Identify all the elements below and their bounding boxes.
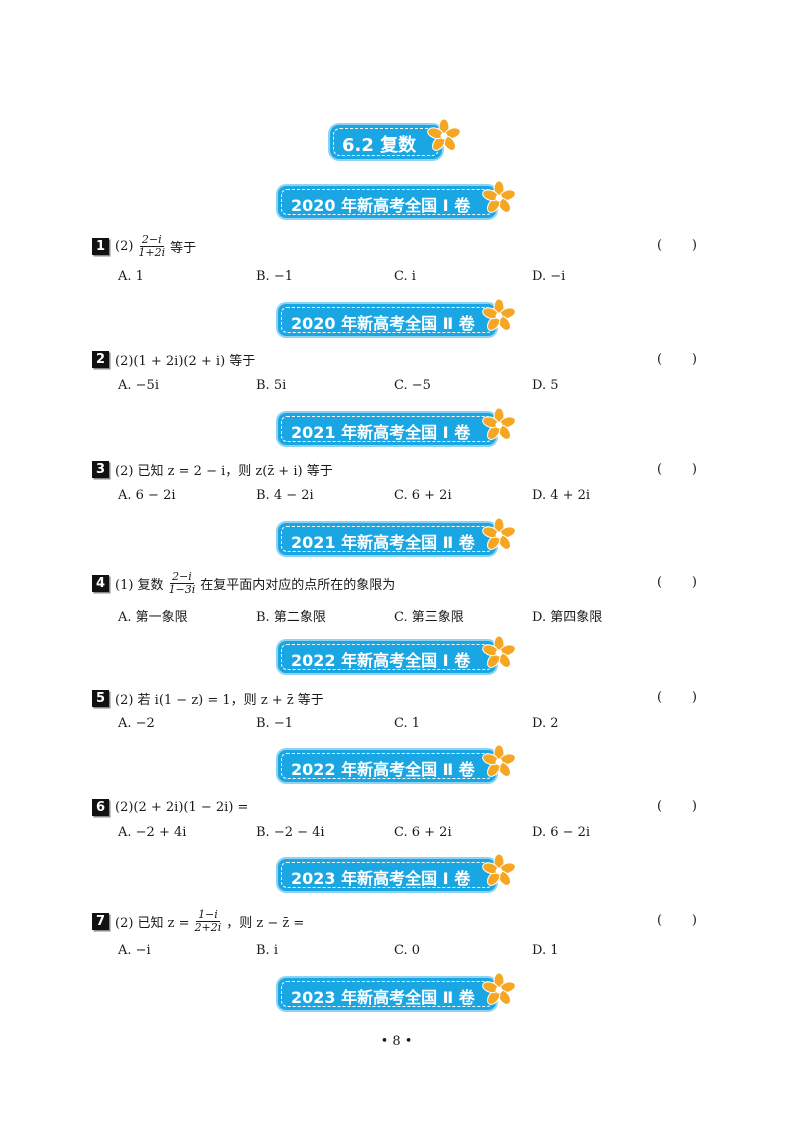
answer-blank[interactable]: () (657, 352, 697, 367)
exam-banner: 2022 年新高考全国 Ⅱ 卷 (278, 750, 496, 782)
option-b[interactable]: B. 第二象限 (256, 606, 326, 625)
option-a[interactable]: A. −2 (118, 716, 155, 731)
options-row: A. 第一象限 B. 第二象限 C. 第三象限 D. 第四象限 (118, 606, 678, 626)
option-b[interactable]: B. −1 (256, 716, 293, 731)
option-c[interactable]: C. 6 + 2i (394, 825, 452, 840)
option-b[interactable]: B. 4 − 2i (256, 488, 314, 503)
exam-banner: 2023 年新高考全国 Ⅱ 卷 (278, 978, 496, 1010)
options-row: A. −2 + 4i B. −2 − 4i C. 6 + 2i D. 6 − 2… (118, 825, 678, 845)
exam-banner: 2020 年新高考全国 Ⅱ 卷 (278, 304, 496, 336)
question-2: 2 (2)(1 + 2i)(2 + i) 等于 (92, 346, 255, 372)
options-row: A. 6 − 2i B. 4 − 2i C. 6 + 2i D. 4 + 2i (118, 488, 678, 508)
section-title: 6.2 复数 (342, 135, 417, 156)
options-row: A. −i B. i C. 0 D. 1 (118, 943, 678, 963)
flower-icon (482, 635, 516, 668)
flower-icon (482, 744, 516, 777)
option-a[interactable]: A. 6 − 2i (118, 488, 176, 503)
option-a[interactable]: A. −2 + 4i (118, 825, 186, 840)
answer-blank[interactable]: () (657, 799, 697, 814)
flower-icon (482, 853, 516, 886)
question-7: 7 (2) 已知 z = 1−i 2+2i ，则 z − z̄ = (92, 908, 304, 934)
option-d[interactable]: D. −i (532, 269, 565, 284)
page: 6.2 复数 2020 年新高考全国 Ⅰ 卷 2020 年新高考全国 Ⅱ 卷 2… (0, 0, 793, 1122)
answer-blank[interactable]: () (657, 575, 697, 590)
option-a[interactable]: A. −i (118, 943, 151, 958)
option-c[interactable]: C. 1 (394, 716, 420, 731)
exam-banner: 2022 年新高考全国 Ⅰ 卷 (278, 641, 496, 673)
option-b[interactable]: B. −1 (256, 269, 293, 284)
question-number: 4 (92, 574, 109, 592)
option-b[interactable]: B. −2 − 4i (256, 825, 325, 840)
question-6: 6 (2)(2 + 2i)(1 − 2i) = (92, 794, 248, 820)
option-a[interactable]: A. 1 (118, 269, 144, 284)
answer-blank[interactable]: () (657, 238, 697, 253)
question-number: 1 (92, 237, 109, 255)
option-c[interactable]: C. 第三象限 (394, 606, 464, 625)
option-d[interactable]: D. 第四象限 (532, 606, 602, 625)
question-5: 5 (2) 若 i(1 − z) = 1，则 z + z̄ 等于 (92, 685, 324, 711)
question-number: 3 (92, 460, 109, 478)
answer-blank[interactable]: () (657, 462, 697, 477)
options-row: A. −2 B. −1 C. 1 D. 2 (118, 716, 678, 736)
option-a[interactable]: A. 第一象限 (118, 606, 188, 625)
option-c[interactable]: C. 0 (394, 943, 420, 958)
flower-icon (482, 972, 516, 1005)
option-d[interactable]: D. 4 + 2i (532, 488, 590, 503)
option-b[interactable]: B. i (256, 943, 278, 958)
option-a[interactable]: A. −5i (118, 378, 159, 393)
exam-banner: 2020 年新高考全国 Ⅰ 卷 (278, 186, 496, 218)
page-number: • 8 • (380, 1034, 413, 1049)
question-number: 7 (92, 912, 109, 930)
question-number: 2 (92, 350, 109, 368)
answer-blank[interactable]: () (657, 690, 697, 705)
option-d[interactable]: D. 6 − 2i (532, 825, 590, 840)
options-row: A. 1 B. −1 C. i D. −i (118, 269, 678, 289)
flower-icon (482, 180, 516, 213)
option-d[interactable]: D. 5 (532, 378, 559, 393)
options-row: A. −5i B. 5i C. −5 D. 5 (118, 378, 678, 398)
answer-blank[interactable]: () (657, 913, 697, 928)
question-number: 5 (92, 689, 109, 707)
question-1: 1 (2) 2−i 1+2i 等于 (92, 233, 196, 259)
option-c[interactable]: C. i (394, 269, 416, 284)
flower-icon (482, 517, 516, 550)
question-number: 6 (92, 798, 109, 816)
flower-icon (482, 407, 516, 440)
question-3: 3 (2) 已知 z = 2 − i，则 z(z̄ + i) 等于 (92, 456, 333, 482)
option-b[interactable]: B. 5i (256, 378, 286, 393)
option-c[interactable]: C. 6 + 2i (394, 488, 452, 503)
exam-banner: 2023 年新高考全国 Ⅰ 卷 (278, 859, 496, 891)
option-c[interactable]: C. −5 (394, 378, 431, 393)
option-d[interactable]: D. 1 (532, 943, 559, 958)
option-d[interactable]: D. 2 (532, 716, 559, 731)
fraction: 2−i 1−3i (168, 569, 196, 596)
exam-banner: 2021 年新高考全国 Ⅰ 卷 (278, 413, 496, 445)
flower-icon (482, 298, 516, 331)
exam-banner: 2021 年新高考全国 Ⅱ 卷 (278, 523, 496, 555)
question-4: 4 (1) 复数 2−i 1−3i 在复平面内对应的点所在的象限为 (92, 570, 395, 596)
fraction: 1−i 2+2i (194, 907, 222, 934)
flower-icon (427, 118, 461, 151)
fraction: 2−i 1+2i (138, 232, 166, 259)
